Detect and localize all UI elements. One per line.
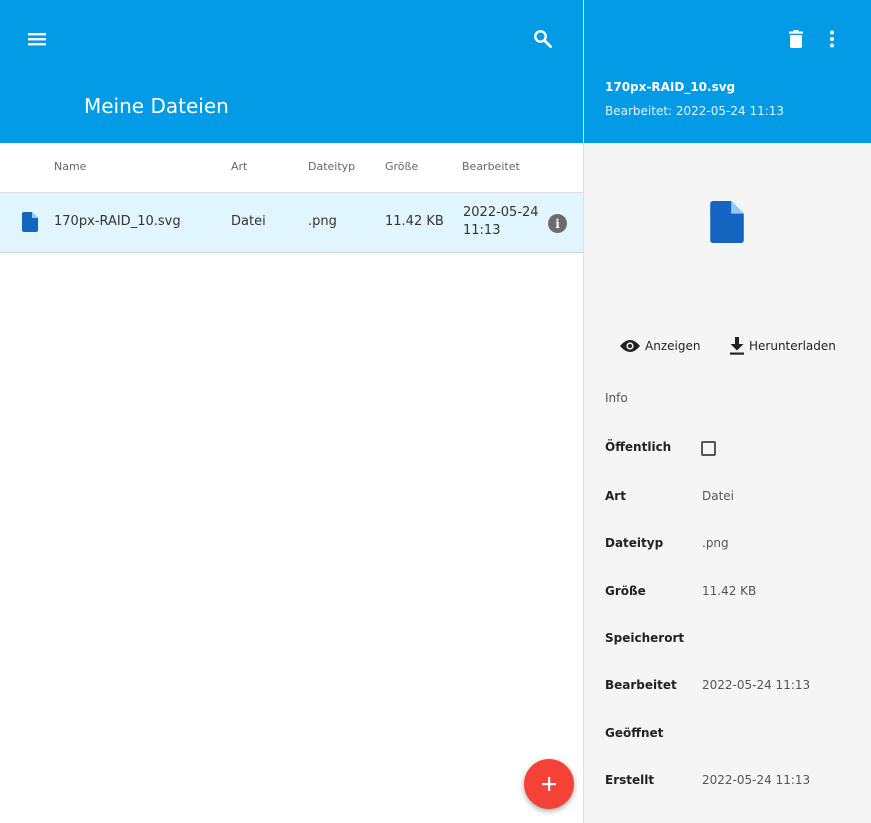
eye-icon bbox=[620, 340, 640, 352]
search-icon bbox=[534, 30, 552, 48]
location-label: Speicherort bbox=[605, 631, 685, 645]
edited-value: 2022-05-24 11:13 bbox=[702, 678, 811, 692]
art-label: Art bbox=[605, 489, 626, 503]
column-header-groesse[interactable]: Größe bbox=[385, 160, 418, 173]
info-section-title: Info bbox=[605, 391, 628, 405]
menu-button[interactable] bbox=[21, 23, 53, 55]
created-value: 2022-05-24 11:13 bbox=[702, 773, 811, 787]
public-label: Öffentlich bbox=[605, 440, 672, 454]
trash-icon bbox=[789, 30, 803, 48]
file-list-pane: Meine Dateien Name Art Dateityp Größe Be… bbox=[0, 0, 583, 823]
file-icon bbox=[22, 212, 38, 232]
plus-icon bbox=[542, 777, 556, 791]
search-button[interactable] bbox=[527, 23, 559, 55]
app-bar: Meine Dateien bbox=[0, 0, 583, 143]
details-edited-line: Bearbeitet: 2022-05-24 11:13 bbox=[605, 104, 785, 118]
type-value: .png bbox=[702, 536, 729, 550]
menu-icon bbox=[28, 33, 46, 46]
public-checkbox[interactable] bbox=[701, 441, 716, 456]
edited-label: Bearbeitet bbox=[605, 678, 677, 692]
details-file-name: 170px-RAID_10.svg bbox=[605, 80, 736, 94]
file-art-cell: Datei bbox=[231, 214, 266, 229]
delete-button[interactable] bbox=[782, 25, 810, 53]
column-header-name[interactable]: Name bbox=[54, 160, 86, 173]
table-header: Name Art Dateityp Größe Bearbeitet bbox=[0, 143, 583, 193]
download-button[interactable]: Herunterladen bbox=[729, 334, 836, 358]
details-header: 170px-RAID_10.svg Bearbeitet: 2022-05-24… bbox=[584, 0, 871, 143]
more-vert-icon bbox=[830, 30, 834, 48]
file-type-cell: .png bbox=[308, 214, 337, 229]
file-preview-icon bbox=[710, 201, 744, 243]
art-value: Datei bbox=[702, 489, 735, 503]
file-name-cell: 170px-RAID_10.svg bbox=[54, 214, 181, 229]
page-title: Meine Dateien bbox=[84, 94, 229, 118]
file-size-cell: 11.42 KB bbox=[385, 214, 444, 229]
column-header-art[interactable]: Art bbox=[231, 160, 247, 173]
size-label: Größe bbox=[605, 584, 646, 598]
file-edited-date-cell: 2022-05-24 bbox=[463, 205, 539, 220]
add-button[interactable] bbox=[524, 759, 574, 809]
column-header-dateityp[interactable]: Dateityp bbox=[308, 160, 355, 173]
download-label: Herunterladen bbox=[749, 339, 836, 353]
download-icon bbox=[730, 337, 744, 355]
created-label: Erstellt bbox=[605, 773, 655, 787]
size-value: 11.42 KB bbox=[702, 584, 757, 598]
opened-label: Geöffnet bbox=[605, 726, 664, 740]
info-icon[interactable]: i bbox=[548, 214, 567, 233]
column-header-bearbeitet[interactable]: Bearbeitet bbox=[462, 160, 520, 173]
table-row[interactable]: 170px-RAID_10.svg Datei .png 11.42 KB 20… bbox=[0, 193, 583, 253]
type-label: Dateityp bbox=[605, 536, 664, 550]
more-options-button[interactable] bbox=[818, 25, 846, 53]
details-pane: 170px-RAID_10.svg Bearbeitet: 2022-05-24… bbox=[584, 0, 871, 823]
file-edited-time-cell: 11:13 bbox=[463, 223, 501, 238]
view-label: Anzeigen bbox=[645, 339, 701, 353]
view-button[interactable]: Anzeigen bbox=[619, 334, 700, 358]
